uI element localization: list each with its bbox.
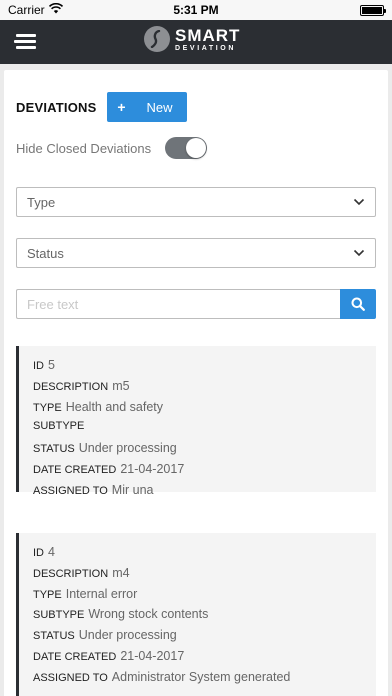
type-value: Internal error — [65, 586, 138, 601]
id-label: ID — [33, 360, 44, 372]
description-value: m4 — [112, 565, 130, 580]
description-label: DESCRIPTION — [33, 380, 109, 393]
type-select[interactable]: Type — [16, 187, 376, 217]
status-left: Carrier — [8, 2, 63, 17]
wifi-icon — [48, 2, 63, 17]
card-id-line: ID 5 — [33, 358, 362, 379]
card-assigned-line: ASSIGNED TO Mir una — [33, 483, 362, 504]
chevron-down-icon — [353, 198, 365, 206]
type-value: Health and safety — [65, 399, 164, 414]
id-value: 4 — [48, 545, 55, 559]
card-subtype-line: SUBTYPE — [33, 420, 362, 441]
deviation-card[interactable]: ID 4 DESCRIPTION m4 TYPE Internal error … — [16, 533, 376, 696]
card-type-line: TYPE Internal error — [33, 587, 362, 608]
subtype-label: SUBTYPE — [33, 609, 85, 622]
card-description-line: DESCRIPTION m5 — [33, 379, 362, 400]
type-select-value: Type — [27, 194, 56, 210]
assigned-to-value: Mir una — [111, 482, 154, 497]
logo-title: SMART — [175, 25, 241, 45]
new-deviation-button[interactable]: + New — [106, 92, 187, 122]
hide-closed-row: Hide Closed Deviations — [16, 137, 208, 159]
toggle-knob — [186, 138, 207, 158]
logo-text: SMART DEVIATION — [175, 27, 240, 52]
assigned-to-label: ASSIGNED TO — [33, 484, 108, 497]
card-type-line: TYPE Health and safety — [33, 400, 362, 421]
id-label: ID — [33, 547, 44, 559]
nav-bar: SMART DEVIATION — [0, 20, 392, 64]
logo-subtitle: DEVIATION — [175, 44, 236, 52]
deviations-panel: DEVIATIONS + New Hide Closed Deviations … — [4, 70, 388, 696]
carrier-label: Carrier — [8, 3, 45, 17]
status-select[interactable]: Status — [16, 238, 376, 268]
deviation-card[interactable]: ID 5 DESCRIPTION m5 TYPE Health and safe… — [16, 346, 376, 497]
plus-icon: + — [117, 99, 126, 115]
date-created-label: DATE CREATED — [33, 463, 117, 476]
card-description-line: DESCRIPTION m4 — [33, 566, 362, 587]
hide-closed-label: Hide Closed Deviations — [16, 140, 152, 156]
search-button[interactable] — [340, 289, 376, 319]
status-bar: Carrier 5:31 PM — [0, 0, 392, 20]
logo-mark-icon — [144, 26, 170, 52]
description-label: DESCRIPTION — [33, 567, 109, 580]
new-button-label: New — [146, 99, 173, 115]
status-label: STATUS — [33, 630, 75, 643]
hide-closed-toggle[interactable] — [165, 137, 208, 159]
status-label: STATUS — [33, 443, 75, 456]
card-status-line: STATUS Under processing — [33, 628, 362, 649]
app-logo: SMART DEVIATION — [144, 26, 240, 52]
battery-icon — [360, 4, 386, 16]
description-value: m5 — [112, 378, 130, 393]
battery-fill — [362, 6, 382, 14]
subtype-value: Wrong stock contents — [88, 607, 209, 622]
subtype-label: SUBTYPE — [33, 420, 85, 433]
card-subtype-line: SUBTYPE Wrong stock contents — [33, 607, 362, 628]
status-value: Under processing — [78, 628, 177, 643]
date-created-label: DATE CREATED — [33, 650, 117, 663]
chevron-down-icon — [353, 249, 365, 257]
deviations-header: DEVIATIONS + New — [16, 92, 187, 122]
date-created-value: 21-04-2017 — [120, 648, 185, 663]
search-row — [16, 289, 376, 319]
status-select-value: Status — [27, 245, 64, 261]
assigned-to-label: ASSIGNED TO — [33, 671, 108, 684]
date-created-value: 21-04-2017 — [120, 461, 185, 476]
id-value: 5 — [48, 358, 55, 372]
free-text-search-input[interactable] — [16, 289, 340, 319]
card-date-line: DATE CREATED 21-04-2017 — [33, 462, 362, 483]
main-content: DEVIATIONS + New Hide Closed Deviations … — [0, 64, 392, 696]
card-status-line: STATUS Under processing — [33, 441, 362, 462]
hamburger-menu-icon[interactable] — [14, 34, 38, 50]
card-date-line: DATE CREATED 21-04-2017 — [33, 649, 362, 670]
type-label: TYPE — [33, 401, 62, 414]
card-id-line: ID 4 — [33, 545, 362, 566]
status-right — [360, 4, 386, 16]
status-value: Under processing — [78, 441, 177, 456]
page-title: DEVIATIONS — [16, 99, 97, 115]
card-assigned-line: ASSIGNED TO Administrator System generat… — [33, 670, 362, 691]
assigned-to-value: Administrator System generated — [111, 669, 291, 684]
search-icon — [351, 297, 365, 311]
type-label: TYPE — [33, 588, 62, 601]
